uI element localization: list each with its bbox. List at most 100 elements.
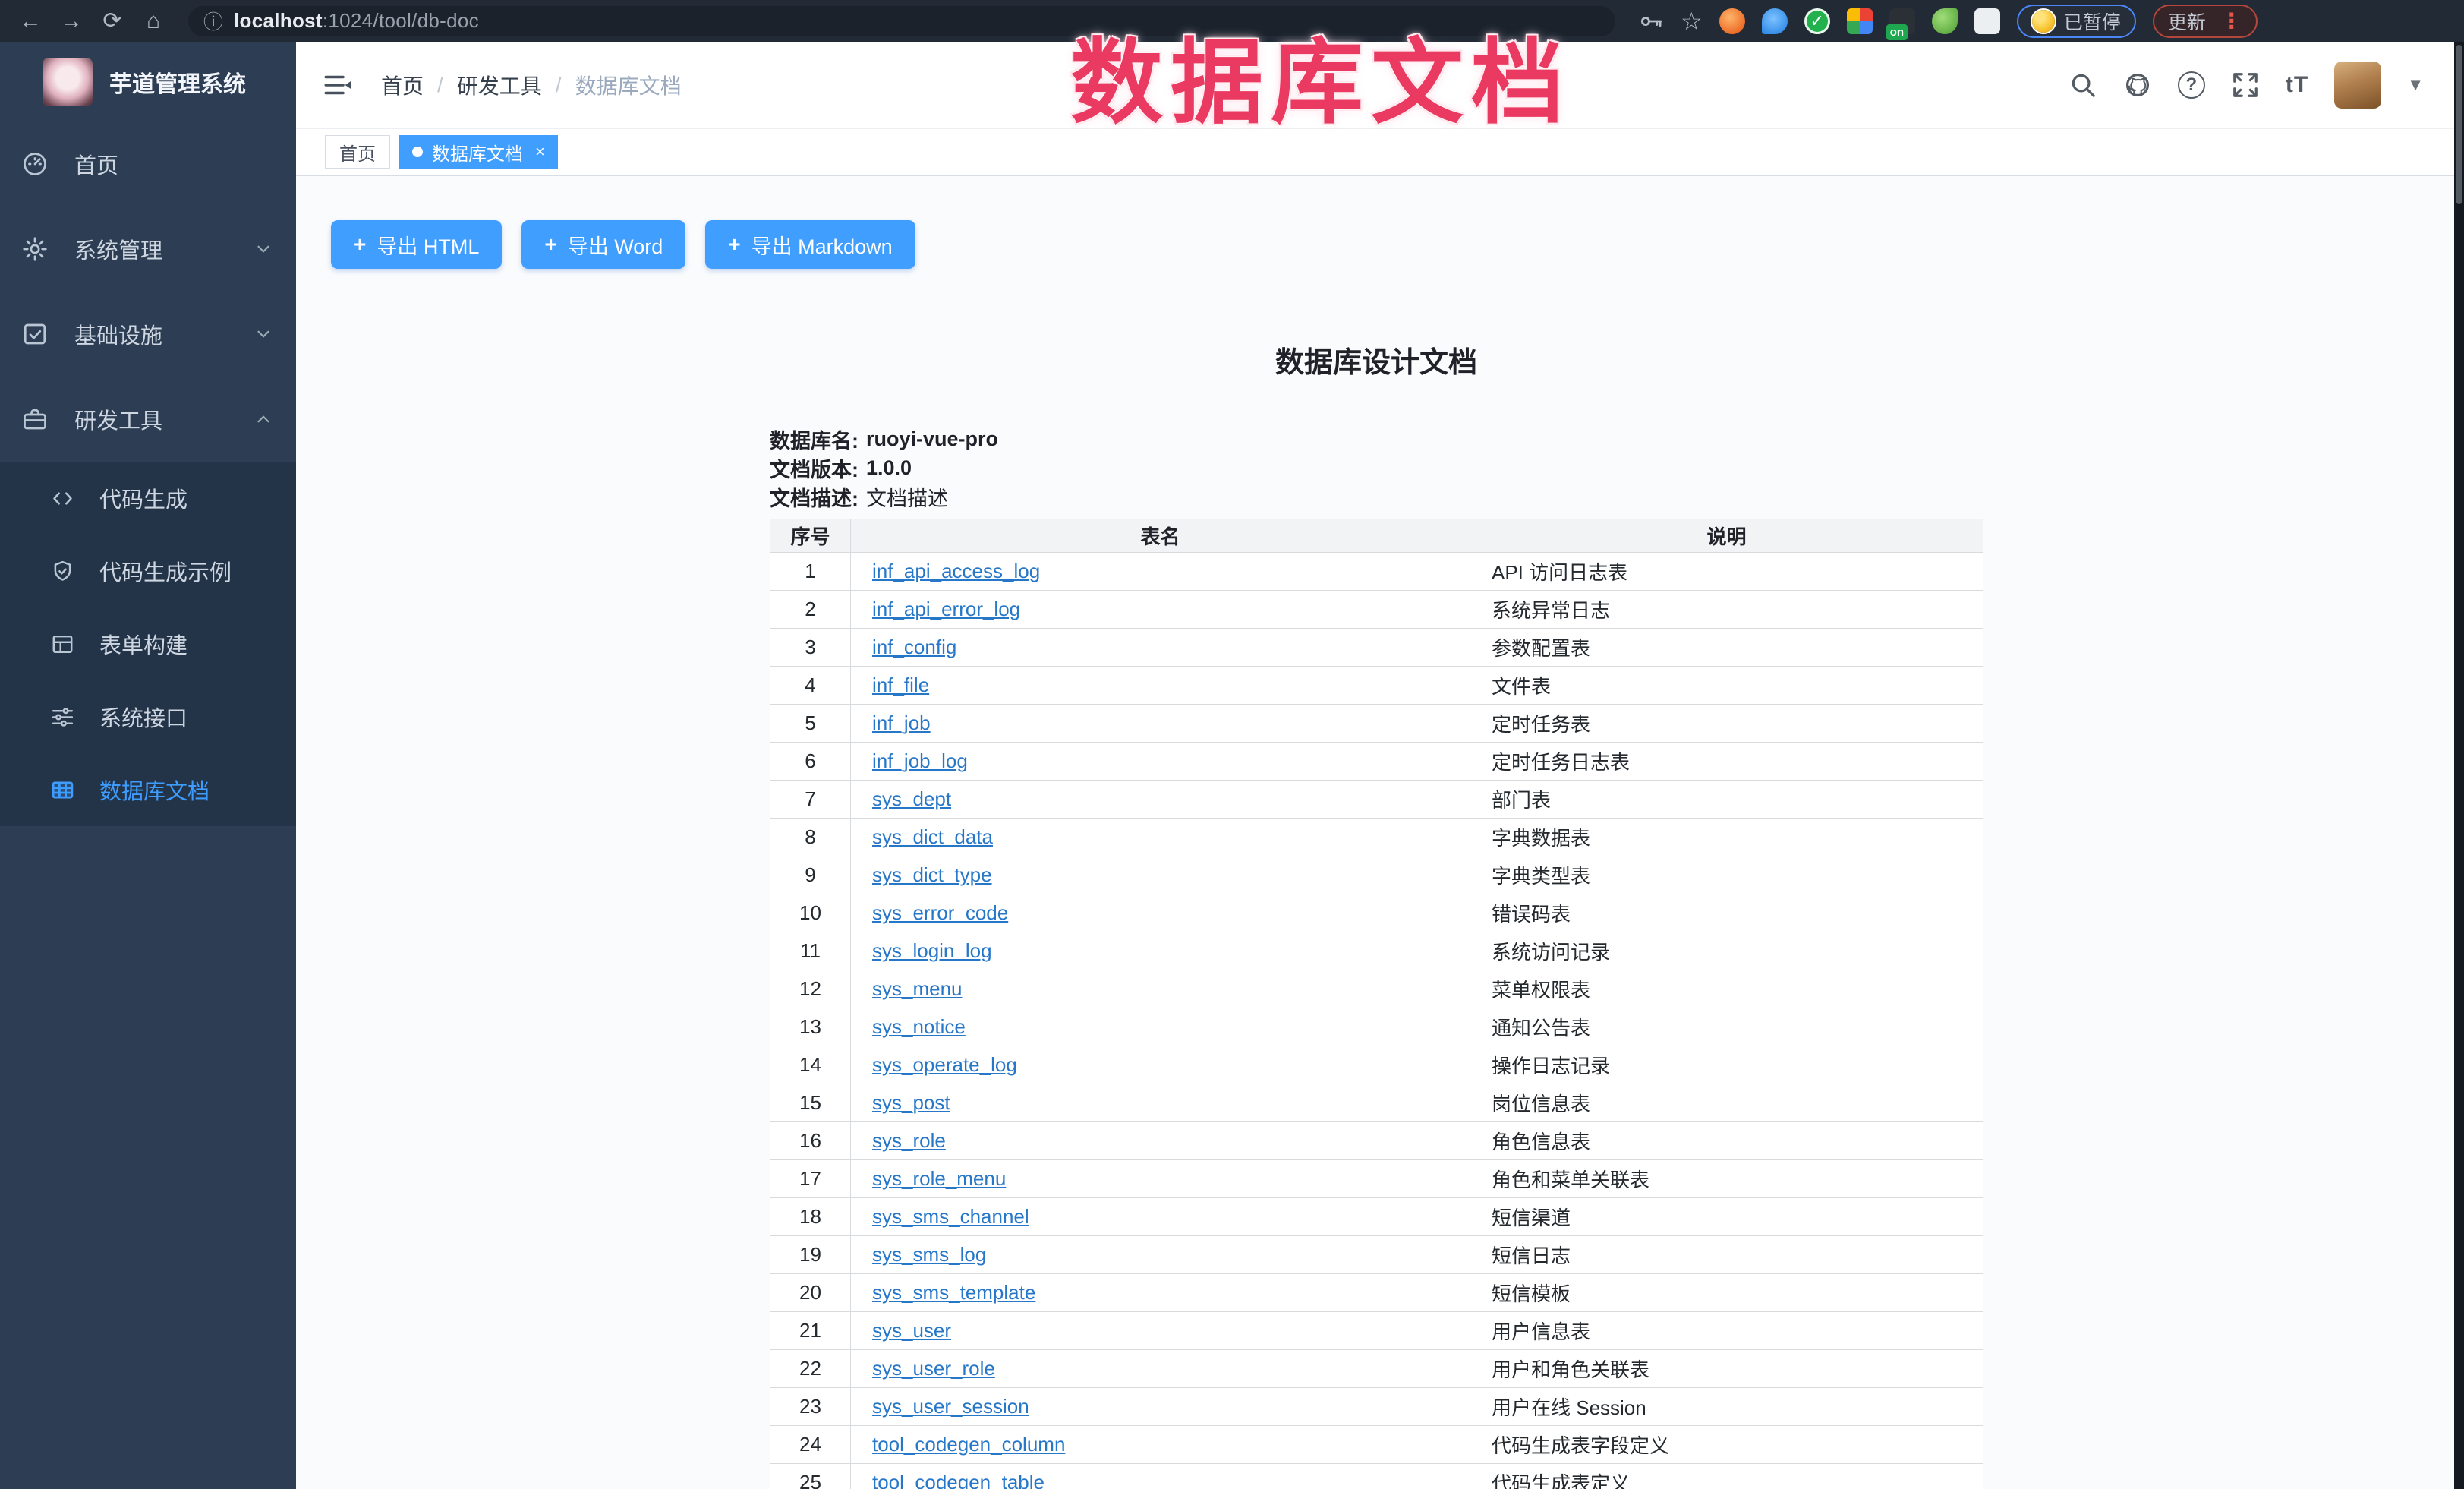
table-name-link[interactable]: inf_api_error_log [872,598,1020,620]
table-description-cell: 短信渠道 [1470,1198,1983,1236]
row-index-cell: 16 [770,1122,851,1160]
row-index-cell: 15 [770,1084,851,1122]
table-name-link[interactable]: sys_dict_data [872,825,993,848]
table-name-link[interactable]: sys_user_session [872,1395,1029,1418]
browser-reload-icon[interactable]: ⟳ [96,5,129,38]
breadcrumb-dev-tools[interactable]: 研发工具 [457,70,542,100]
sidebar-item-dev-tools[interactable]: 研发工具 [0,377,296,462]
sidebar-item-infrastructure[interactable]: 基础设施 [0,292,296,377]
extension-icon-color-grid[interactable] [1847,8,1873,34]
tab-db-doc[interactable]: 数据库文档 × [399,135,558,169]
help-icon[interactable]: ? [2178,71,2205,99]
sidebar-item-label: 系统管理 [74,233,254,265]
table-row: 18 sys_sms_channel 短信渠道 [770,1198,1983,1236]
fullscreen-icon[interactable] [2231,71,2260,99]
site-info-icon[interactable]: ⓘ [203,7,223,35]
table-name-link[interactable]: tool_codegen_column [872,1433,1065,1456]
scrollbar-thumb[interactable] [2456,45,2462,204]
table-name-cell: sys_role_menu [851,1160,1470,1198]
sidebar-item-code-generation-demo[interactable]: 代码生成示例 [0,535,296,607]
profile-paused-badge[interactable]: 已暂停 [2017,5,2136,38]
browser-home-icon[interactable]: ⌂ [137,5,170,38]
sidebar-item-code-generation[interactable]: 代码生成 [0,462,296,535]
table-name-link[interactable]: inf_api_access_log [872,560,1040,582]
col-header-index: 序号 [770,519,851,553]
table-row: 12 sys_menu 菜单权限表 [770,970,1983,1008]
extension-icon-green-check[interactable]: ✓ [1804,8,1830,34]
page-scrollbar[interactable] [2454,42,2464,1489]
table-description-cell: API 访问日志表 [1470,553,1983,591]
sidebar-item-label: 数据库文档 [99,774,273,806]
extension-icon-blue-pin[interactable] [1762,8,1788,34]
search-icon[interactable] [2069,71,2097,99]
table-name-link[interactable]: sys_notice [872,1015,966,1038]
table-name-link[interactable]: sys_post [872,1091,950,1114]
sidebar-item-home[interactable]: 首页 [0,121,296,207]
browser-forward-icon[interactable]: → [55,5,88,38]
table-name-link[interactable]: inf_job_log [872,749,968,772]
table-name-link[interactable]: sys_error_code [872,901,1008,924]
table-name-link[interactable]: sys_dept [872,787,951,810]
active-tab-dot [412,147,423,157]
tab-close-icon[interactable]: × [535,144,545,160]
table-row: 14 sys_operate_log 操作日志记录 [770,1046,1983,1084]
table-name-cell: sys_user_session [851,1388,1470,1426]
table-name-link[interactable]: sys_dict_type [872,863,992,886]
app-logo-row[interactable]: 芋道管理系统 [0,42,296,121]
table-name-link[interactable]: inf_config [872,636,956,658]
url-host: localhost [234,9,323,32]
breadcrumb-home[interactable]: 首页 [381,70,424,100]
db-name-line: 数据库名: ruoyi-vue-pro [770,424,1983,453]
db-table-body: 1 inf_api_access_log API 访问日志表 2 inf_api… [770,553,1983,1489]
password-key-icon[interactable] [1638,8,1664,34]
table-row: 8 sys_dict_data 字典数据表 [770,819,1983,856]
sidebar-item-system-api[interactable]: 系统接口 [0,680,296,753]
plus-icon: + [544,232,556,257]
avatar[interactable] [2334,62,2381,109]
table-name-link[interactable]: inf_job [872,711,931,734]
extension-icon-dark-on[interactable]: on [1889,8,1915,34]
table-description-cell: 用户和角色关联表 [1470,1350,1983,1388]
sidebar-item-label: 代码生成 [99,482,273,514]
button-label: 导出 HTML [377,230,479,260]
export-markdown-button[interactable]: + 导出 Markdown [705,220,915,269]
table-name-link[interactable]: sys_login_log [872,939,992,962]
table-name-link[interactable]: sys_sms_log [872,1243,986,1266]
table-row: 7 sys_dept 部门表 [770,781,1983,819]
bookmark-star-icon[interactable]: ☆ [1681,7,1703,36]
font-size-icon[interactable]: tT [2286,72,2308,98]
sliders-icon [50,705,75,730]
tab-home[interactable]: 首页 [325,135,390,169]
table-name-link[interactable]: sys_operate_log [872,1053,1017,1076]
table-name-link[interactable]: sys_user [872,1319,951,1342]
table-name-cell: sys_role [851,1122,1470,1160]
row-index-cell: 6 [770,743,851,781]
extension-icon-green-leaf[interactable] [1932,8,1958,34]
table-name-link[interactable]: sys_user_role [872,1357,995,1380]
github-icon[interactable] [2123,71,2152,99]
sidebar-item-system-management[interactable]: 系统管理 [0,207,296,292]
sidebar-fold-icon[interactable] [322,69,354,101]
export-word-button[interactable]: + 导出 Word [521,220,685,269]
table-name-link[interactable]: inf_file [872,674,929,696]
browser-back-icon[interactable]: ← [14,5,47,38]
avatar-caret-down-icon[interactable]: ▼ [2407,75,2424,95]
table-name-link[interactable]: tool_codegen_table [872,1471,1045,1489]
browser-update-button[interactable]: 更新 ⋮ [2153,5,2258,38]
table-name-cell: sys_sms_log [851,1236,1470,1274]
browser-menu-kebab-icon[interactable]: ⋮ [2221,8,2242,33]
sidebar: 芋道管理系统 首页 系统管理 [0,42,296,1489]
table-name-link[interactable]: sys_role_menu [872,1167,1006,1190]
table-name-link[interactable]: sys_menu [872,977,963,1000]
col-header-description: 说明 [1470,519,1983,553]
extension-puzzle-icon[interactable] [1974,8,2000,34]
sidebar-item-db-doc[interactable]: 数据库文档 [0,753,296,826]
on-badge: on [1886,24,1908,40]
table-row: 4 inf_file 文件表 [770,667,1983,705]
sidebar-item-form-builder[interactable]: 表单构建 [0,607,296,680]
table-name-link[interactable]: sys_sms_template [872,1281,1035,1304]
table-name-link[interactable]: sys_role [872,1129,946,1152]
export-html-button[interactable]: + 导出 HTML [331,220,502,269]
table-name-link[interactable]: sys_sms_channel [872,1205,1029,1228]
extension-icon-orange[interactable] [1719,8,1745,34]
